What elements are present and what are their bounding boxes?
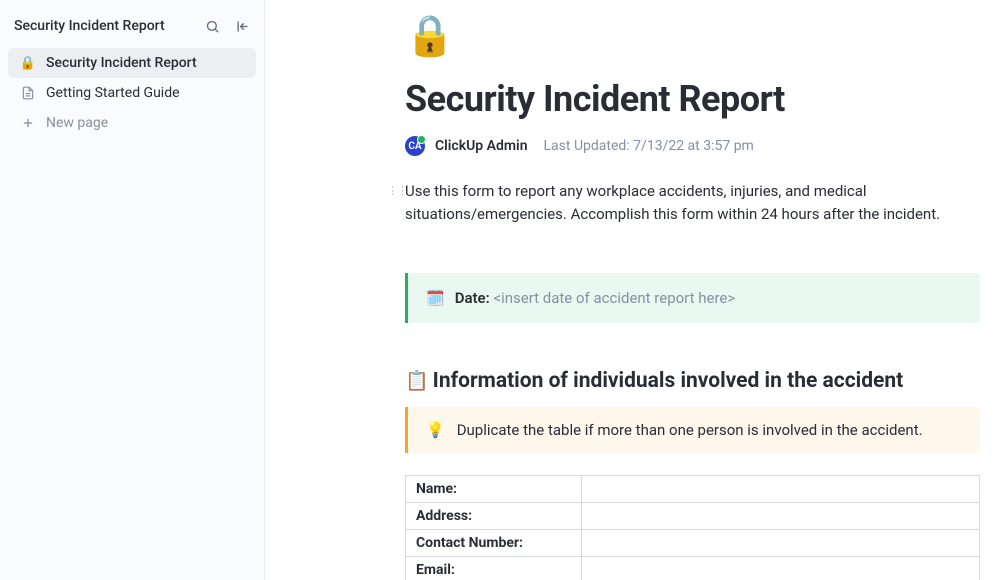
table-body: Name:Address:Contact Number:Email:Design… — [406, 475, 980, 580]
date-placeholder: <insert date of accident report here> — [493, 289, 735, 307]
document-meta: CA ClickUp Admin Last Updated: 7/13/22 a… — [405, 136, 980, 156]
table-row: Name: — [406, 475, 980, 502]
sidebar-item-new-page[interactable]: New page — [8, 108, 256, 138]
document: 🔒 Security Incident Report CA ClickUp Ad… — [405, 16, 1000, 580]
last-updated: Last Updated: 7/13/22 at 3:57 pm — [544, 138, 754, 154]
table-label-cell[interactable]: Address: — [406, 502, 582, 529]
sidebar: Security Incident Report 🔒 Security Inci… — [0, 0, 265, 580]
sidebar-item-getting-started-guide[interactable]: Getting Started Guide — [8, 78, 256, 108]
intro-text[interactable]: Use this form to report any workplace ac… — [405, 180, 980, 227]
sidebar-title: Security Incident Report — [14, 18, 165, 34]
page-title[interactable]: Security Incident Report — [405, 78, 980, 120]
table-label-cell[interactable]: Name: — [406, 475, 582, 502]
intro-block: ⋮⋮ Use this form to report any workplace… — [387, 180, 980, 227]
table-row: Contact Number: — [406, 529, 980, 556]
sidebar-header: Security Incident Report — [0, 8, 264, 48]
table-label-cell[interactable]: Contact Number: — [406, 529, 582, 556]
sidebar-item-label: Security Incident Report — [46, 55, 197, 71]
lock-icon: 🔒 — [20, 55, 36, 71]
collapse-sidebar-icon[interactable] — [234, 18, 250, 34]
table-value-cell[interactable] — [581, 502, 979, 529]
section-heading[interactable]: 📋Information of individuals involved in … — [405, 369, 980, 393]
lightbulb-icon: 💡 — [426, 421, 445, 439]
date-callout[interactable]: 🗓️ Date: <insert date of accident report… — [405, 273, 980, 323]
plus-icon — [20, 115, 36, 131]
last-updated-value: 7/13/22 at 3:57 pm — [633, 138, 754, 154]
date-label: Date: — [455, 289, 490, 307]
table-value-cell[interactable] — [581, 475, 979, 502]
main-content: 🔒 Security Incident Report CA ClickUp Ad… — [265, 0, 1000, 580]
avatar[interactable]: CA — [405, 136, 425, 156]
sidebar-item-label: Getting Started Guide — [46, 85, 180, 101]
sidebar-item-security-incident-report[interactable]: 🔒 Security Incident Report — [8, 48, 256, 78]
sidebar-list: 🔒 Security Incident Report Getting Start… — [0, 48, 264, 138]
table-value-cell[interactable] — [581, 529, 979, 556]
document-icon — [20, 85, 36, 101]
individual-info-table[interactable]: Name:Address:Contact Number:Email:Design… — [405, 475, 980, 580]
calendar-icon: 🗓️ — [426, 289, 445, 307]
clipboard-icon: 📋 — [405, 369, 429, 392]
table-value-cell[interactable] — [581, 556, 979, 580]
table-row: Email: — [406, 556, 980, 580]
hint-text: Duplicate the table if more than one per… — [457, 421, 923, 439]
section-heading-text: Information of individuals involved in t… — [433, 369, 904, 393]
sidebar-item-label: New page — [46, 115, 108, 131]
table-row: Address: — [406, 502, 980, 529]
sidebar-header-actions — [204, 18, 250, 34]
drag-handle-icon[interactable]: ⋮⋮ — [387, 184, 401, 197]
page-icon[interactable]: 🔒 — [405, 16, 980, 56]
last-updated-label: Last Updated: — [544, 138, 630, 154]
author-name: ClickUp Admin — [435, 138, 528, 154]
search-icon[interactable] — [204, 18, 220, 34]
table-label-cell[interactable]: Email: — [406, 556, 582, 580]
hint-callout[interactable]: 💡 Duplicate the table if more than one p… — [405, 407, 980, 453]
